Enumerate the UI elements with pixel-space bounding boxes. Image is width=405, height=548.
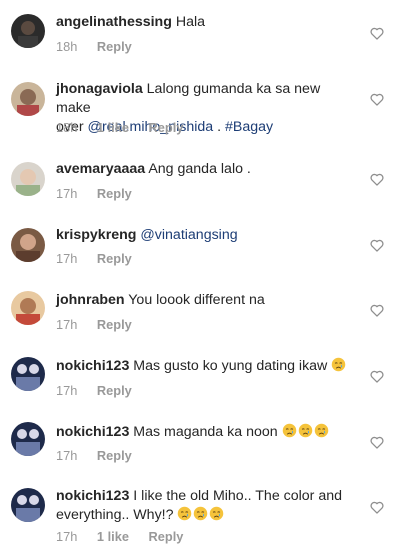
avatar[interactable] <box>11 488 45 522</box>
crying-face-emoji <box>298 423 312 438</box>
comment-body: Hala <box>175 14 206 30</box>
reply-button[interactable]: Reply <box>97 383 132 398</box>
heart-outline-icon[interactable] <box>370 239 384 252</box>
avatar[interactable] <box>11 291 45 325</box>
comment-time: 17h <box>56 251 78 266</box>
comment-text: johnraben You loook different na <box>56 291 356 310</box>
comment-meta: 17h Reply <box>56 251 148 266</box>
comment-username[interactable]: avemaryaaaa <box>56 161 145 177</box>
crying-face-emoji <box>210 506 224 521</box>
comment-username[interactable]: jhonagaviola <box>56 81 143 97</box>
comment-username[interactable]: nokichi123 <box>56 424 129 440</box>
crying-face-emoji <box>314 423 328 438</box>
avatar[interactable] <box>11 357 45 391</box>
heart-outline-icon[interactable] <box>370 27 384 40</box>
likes-count[interactable]: 1 like <box>97 120 129 135</box>
heart-outline-icon[interactable] <box>370 436 384 449</box>
heart-outline-icon[interactable] <box>370 304 384 317</box>
avatar[interactable] <box>11 422 45 456</box>
comment-body: . <box>213 119 225 135</box>
comment-text: angelinathessing Hala <box>56 13 356 32</box>
comment-time: 17h <box>56 529 78 544</box>
comment-time: 17h <box>56 186 78 201</box>
comment-meta: 17h Reply <box>56 383 148 398</box>
comment-body: You loook different na <box>128 292 265 308</box>
avatar[interactable] <box>11 228 45 262</box>
heart-outline-icon[interactable] <box>370 370 384 383</box>
crying-face-emoji <box>332 357 346 372</box>
comment-body: Mas maganda ka noon <box>133 424 278 440</box>
comment-time: 17h <box>56 383 78 398</box>
comment-time: 17h <box>56 448 78 463</box>
comment-text: krispykreng @vinatiangsing <box>56 226 356 245</box>
mention-link[interactable]: @vinatiangsing <box>140 227 237 243</box>
comment-meta: 17h Reply <box>56 317 148 332</box>
reply-button[interactable]: Reply <box>97 39 132 54</box>
comment-text: nokichi123 Mas maganda ka noon <box>56 423 356 442</box>
comment-body: Ang ganda lalo . <box>148 161 251 177</box>
comment-body: everything.. Why!? <box>56 507 174 523</box>
crying-face-emoji <box>194 506 208 521</box>
comment-meta: 17h Reply <box>56 186 148 201</box>
reply-button[interactable]: Reply <box>97 251 132 266</box>
comment-meta: 17h Reply <box>56 448 148 463</box>
reply-button[interactable]: Reply <box>97 186 132 201</box>
reply-button[interactable]: Reply <box>97 317 132 332</box>
hashtag-link[interactable]: #Bagay <box>225 119 273 135</box>
comment-username[interactable]: krispykreng <box>56 227 136 243</box>
comment-username[interactable]: nokichi123 <box>56 488 129 504</box>
crying-face-emoji <box>178 506 192 521</box>
comment-text: nokichi123 Mas gusto ko yung dating ikaw <box>56 357 356 376</box>
reply-button[interactable]: Reply <box>97 448 132 463</box>
avatar[interactable] <box>11 162 45 196</box>
comment-body: Mas gusto ko yung dating ikaw <box>133 358 328 374</box>
avatar[interactable] <box>11 14 45 48</box>
comment-username[interactable]: nokichi123 <box>56 358 129 374</box>
comment-time: 18h <box>56 39 78 54</box>
avatar[interactable] <box>11 82 45 116</box>
comment-time: 18h <box>56 120 78 135</box>
comment-text: nokichi123 I like the old Miho.. The col… <box>56 487 356 525</box>
comment-username[interactable]: johnraben <box>56 292 125 308</box>
comment-username[interactable]: angelinathessing <box>56 14 172 30</box>
heart-outline-icon[interactable] <box>370 501 384 514</box>
comment-body: I like the old Miho.. The color and <box>133 488 343 504</box>
reply-button[interactable]: Reply <box>149 120 184 135</box>
heart-outline-icon[interactable] <box>370 93 384 106</box>
comment-time: 17h <box>56 317 78 332</box>
comment-meta: 18h 1 like Reply <box>56 120 199 135</box>
crying-face-emoji <box>282 423 296 438</box>
reply-button[interactable]: Reply <box>149 529 184 544</box>
comment-meta: 18h Reply <box>56 39 148 54</box>
comment-text: avemaryaaaa Ang ganda lalo . <box>56 160 356 179</box>
likes-count[interactable]: 1 like <box>97 529 129 544</box>
heart-outline-icon[interactable] <box>370 173 384 186</box>
comment-meta: 17h 1 like Reply <box>56 529 199 544</box>
